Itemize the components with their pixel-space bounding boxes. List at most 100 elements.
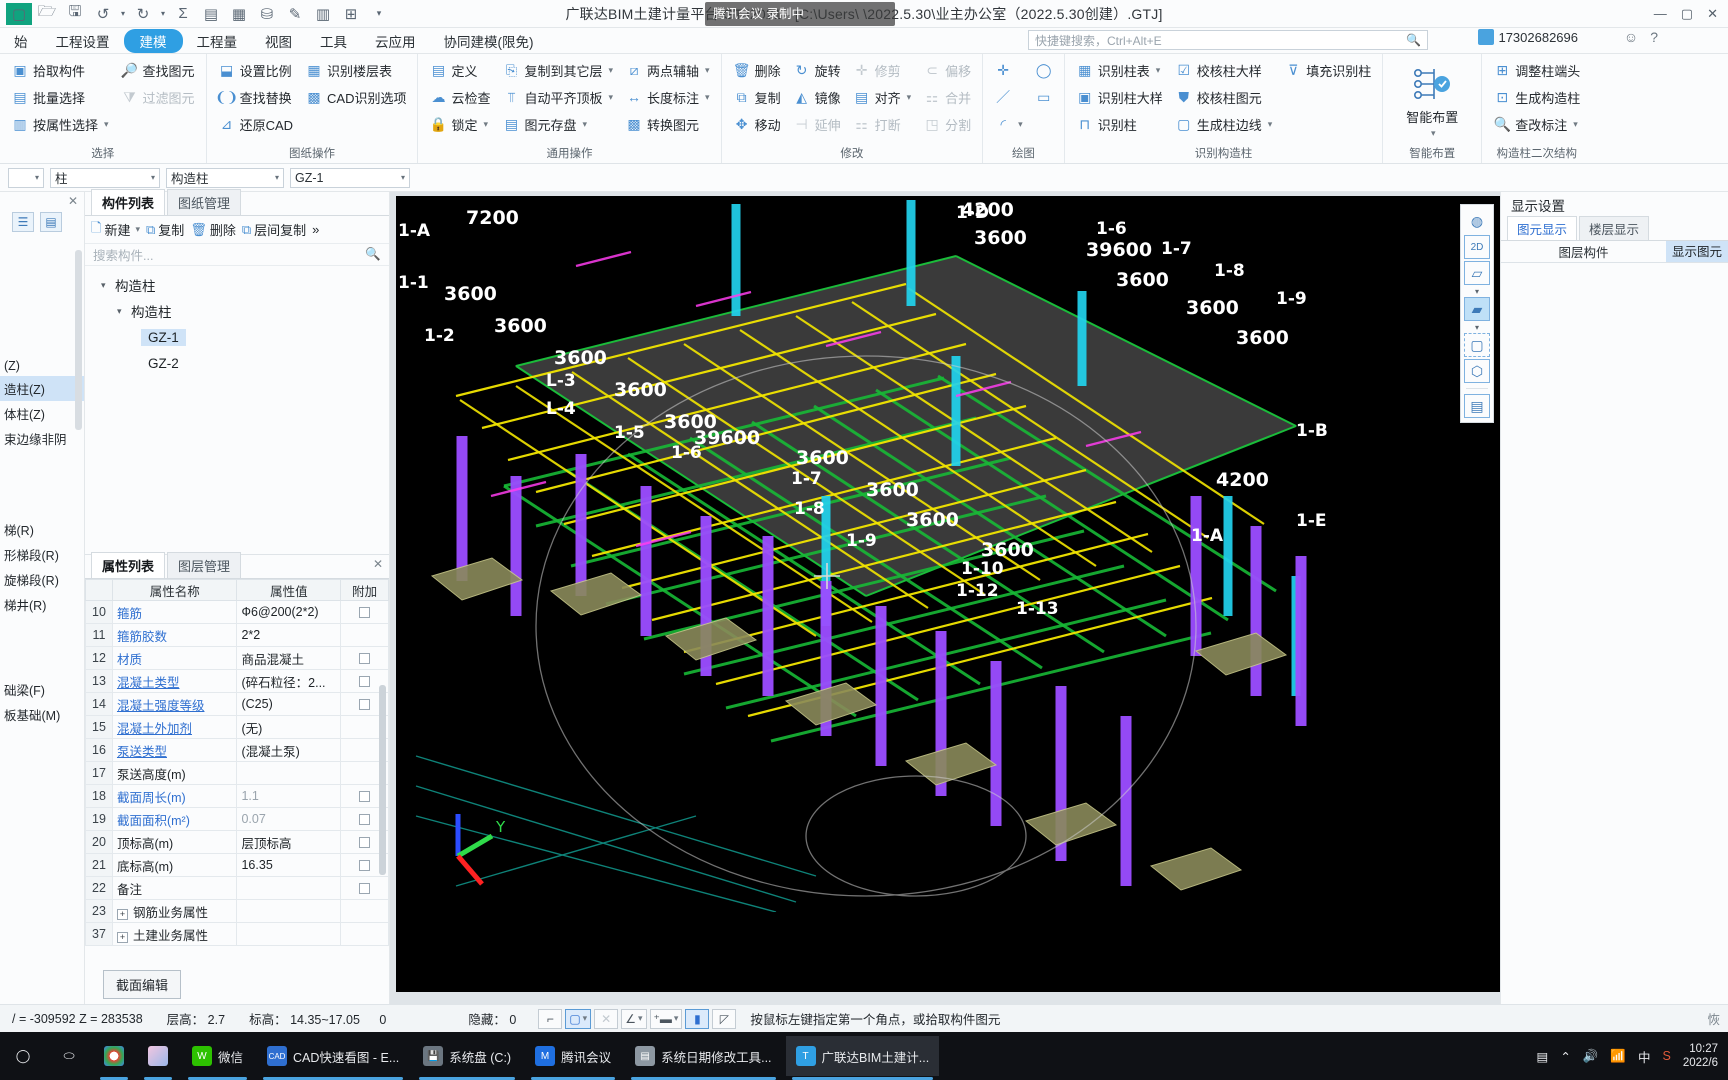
minimize-icon[interactable]: — [1654, 6, 1667, 22]
save-icon[interactable]: 🖫 [62, 3, 88, 25]
chevron-down-icon[interactable]: ▾ [583, 119, 588, 130]
curve-snap-icon[interactable]: ◸ [712, 1008, 737, 1029]
new-file-icon[interactable]: ▢ [6, 2, 32, 25]
attach-cell[interactable] [340, 876, 389, 900]
section-edit-button[interactable]: 截面编辑 [103, 969, 182, 999]
property-value[interactable]: (碎石粒径：2... [236, 669, 342, 693]
table-row[interactable]: 10 箍筋 Ф6@200(2*2) [85, 600, 389, 624]
property-value[interactable]: (C25) [236, 692, 342, 716]
chevron-down-icon[interactable]: ▾ [1018, 119, 1023, 130]
expand-icon[interactable]: + [116, 908, 128, 920]
delete-button[interactable]: 🗑 删除 [728, 57, 786, 83]
table-row[interactable]: 20 顶标高(m) 层顶标高 [85, 830, 389, 854]
tab-component-list[interactable]: 构件列表 [91, 189, 166, 215]
type-combo[interactable]: 构造柱 ▾ [166, 167, 284, 188]
chevron-down-icon[interactable]: ▾ [583, 1013, 588, 1024]
sidebar-item-stairwell[interactable]: 梯井(R) [0, 592, 84, 617]
save-element-button[interactable]: ▤ 图元存盘 ▾ [497, 111, 618, 137]
chevron-down-icon[interactable]: ▾ [907, 92, 912, 103]
copy-component-button[interactable]: ⧉ 复制 [146, 220, 184, 239]
copy-button[interactable]: ⧉ 复制 [728, 84, 786, 110]
recognize-floor-table-button[interactable]: ▦ 识别楼层表 [300, 57, 411, 83]
select-by-attribute-button[interactable]: ▥ 按属性选择 ▾ [6, 111, 114, 137]
cube-filled-icon[interactable]: ▰ [1464, 297, 1490, 321]
chevron-down-icon[interactable]: ▾ [104, 119, 109, 130]
pen-icon[interactable]: ✎ [282, 3, 308, 25]
menu-item-view[interactable]: 视图 [251, 29, 306, 53]
taskbar-app-cad[interactable]: CAD CAD快速看图 - E... [257, 1036, 409, 1080]
adjust-column-end-button[interactable]: ⊞ 调整柱端头 [1488, 57, 1585, 83]
attach-cell[interactable] [340, 646, 389, 670]
tab-element-display[interactable]: 图元显示 [1507, 216, 1578, 240]
extend-button[interactable]: ⊣ 延伸 [788, 111, 846, 137]
chevron-up-icon[interactable]: ⌃ [1560, 1049, 1570, 1064]
attach-checkbox[interactable] [359, 860, 371, 872]
check-edit-dimension-button[interactable]: 🔍 查改标注 ▾ [1488, 111, 1585, 137]
batch-select-button[interactable]: ▤ 批量选择 [6, 84, 114, 110]
sidebar-close-icon[interactable]: ✕ [0, 192, 84, 208]
solid-cube-icon[interactable]: ⬡ [1464, 359, 1490, 383]
split-button[interactable]: ◳ 分割 [918, 111, 976, 137]
property-value[interactable]: 0.07 [236, 807, 342, 831]
menu-item-quantity[interactable]: 工程量 [183, 29, 252, 53]
draw-arc-button[interactable]: ◜ ▾ [989, 111, 1028, 137]
taskbar-app-glodon-gtj[interactable]: T 广联达BIM土建计... [785, 1036, 940, 1080]
list-view-icon[interactable]: ☰ [12, 212, 34, 232]
merge-button[interactable]: ⚏ 合并 [918, 84, 976, 110]
chevron-down-icon[interactable]: ▾ [609, 92, 614, 103]
taskbar-app-glodon-2[interactable] [138, 1036, 178, 1080]
ruler-icon[interactable]: ▥ [310, 3, 336, 25]
component-more-button[interactable]: » [312, 222, 319, 237]
property-value[interactable] [236, 922, 342, 946]
chevron-down-icon[interactable]: ▾ [275, 173, 279, 182]
search-icon[interactable]: 🔍 [1406, 33, 1421, 47]
undo-caret-icon[interactable]: ▾ [118, 3, 128, 25]
table-row[interactable]: 15 混凝土外加剂 (无) [85, 715, 389, 739]
menu-item-collab[interactable]: 协同建模(限免) [430, 29, 548, 53]
add-page-icon[interactable]: ⊞ [338, 3, 364, 25]
menu-item-tools[interactable]: 工具 [306, 29, 361, 53]
new-component-button[interactable]: 🗋 新建 ▾ [91, 219, 140, 241]
sidebar-item-z[interactable]: (Z) [0, 356, 84, 376]
undo-icon[interactable]: ↺ [90, 3, 116, 25]
table-row[interactable]: 19 截面面积(m²) 0.07 [85, 807, 389, 831]
tab-drawing-management[interactable]: 图纸管理 [167, 189, 242, 215]
category-combo[interactable]: 柱 ▾ [50, 167, 160, 188]
pick-component-button[interactable]: ▣ 拾取构件 [6, 57, 114, 83]
offset-snap-icon[interactable]: ⁺▬ ▾ [649, 1008, 683, 1029]
network-icon[interactable]: 📶 [1610, 1049, 1626, 1064]
report-icon[interactable]: ▤ [198, 3, 224, 25]
orbit-icon[interactable]: ◍ [1464, 209, 1490, 233]
floor-combo[interactable]: ▾ [8, 167, 44, 188]
property-value[interactable]: Ф6@200(2*2) [236, 600, 342, 624]
chevron-down-icon[interactable]: ▾ [638, 1013, 643, 1024]
sidebar-item-foundation-beam[interactable]: 础梁(F) [0, 677, 84, 702]
table-row[interactable]: 21 底标高(m) 16.35 [85, 853, 389, 877]
ortho-icon[interactable]: ⌐ [538, 1008, 563, 1029]
attach-checkbox[interactable] [359, 653, 371, 665]
help-icon[interactable]: ? [1650, 29, 1658, 45]
layer-settings-icon[interactable]: ▤ [1464, 394, 1490, 418]
delete-component-button[interactable]: 🗑 删除 [190, 220, 236, 239]
chevron-down-icon[interactable]: ▾ [1475, 287, 1479, 296]
chevron-down-icon[interactable]: ▾ [1573, 119, 1578, 130]
attach-checkbox[interactable] [359, 837, 371, 849]
cube-outline-icon[interactable]: ▱ [1464, 261, 1490, 285]
element-snap-icon[interactable]: ▮ [685, 1008, 710, 1029]
restore-cad-button[interactable]: ⊿ 还原CAD [213, 111, 298, 137]
property-value[interactable]: 商品混凝土 [236, 646, 342, 670]
chevron-down-icon[interactable]: ▾ [117, 306, 127, 317]
task-view-icon[interactable]: ⬭ [46, 1032, 92, 1080]
tree-node-structural-column-group[interactable]: ▾ 构造柱 [93, 272, 389, 298]
chevron-down-icon[interactable]: ▾ [1475, 323, 1479, 332]
move-button[interactable]: ✥ 移动 [728, 111, 786, 137]
recognize-column-detail-button[interactable]: ▣ 识别柱大样 [1071, 84, 1168, 110]
menu-item-start[interactable]: 始 [0, 29, 42, 53]
convert-element-button[interactable]: ▩ 转换图元 [620, 111, 715, 137]
chevron-down-icon[interactable]: ▾ [35, 173, 39, 182]
sum-icon[interactable]: Σ [170, 3, 196, 25]
search-icon[interactable]: ◯ [0, 1032, 46, 1080]
chevron-down-icon[interactable]: ▾ [609, 65, 614, 76]
component-search-input[interactable]: 搜索构件... 🔍 [85, 244, 389, 266]
search-icon[interactable]: 🔍 [365, 247, 381, 262]
